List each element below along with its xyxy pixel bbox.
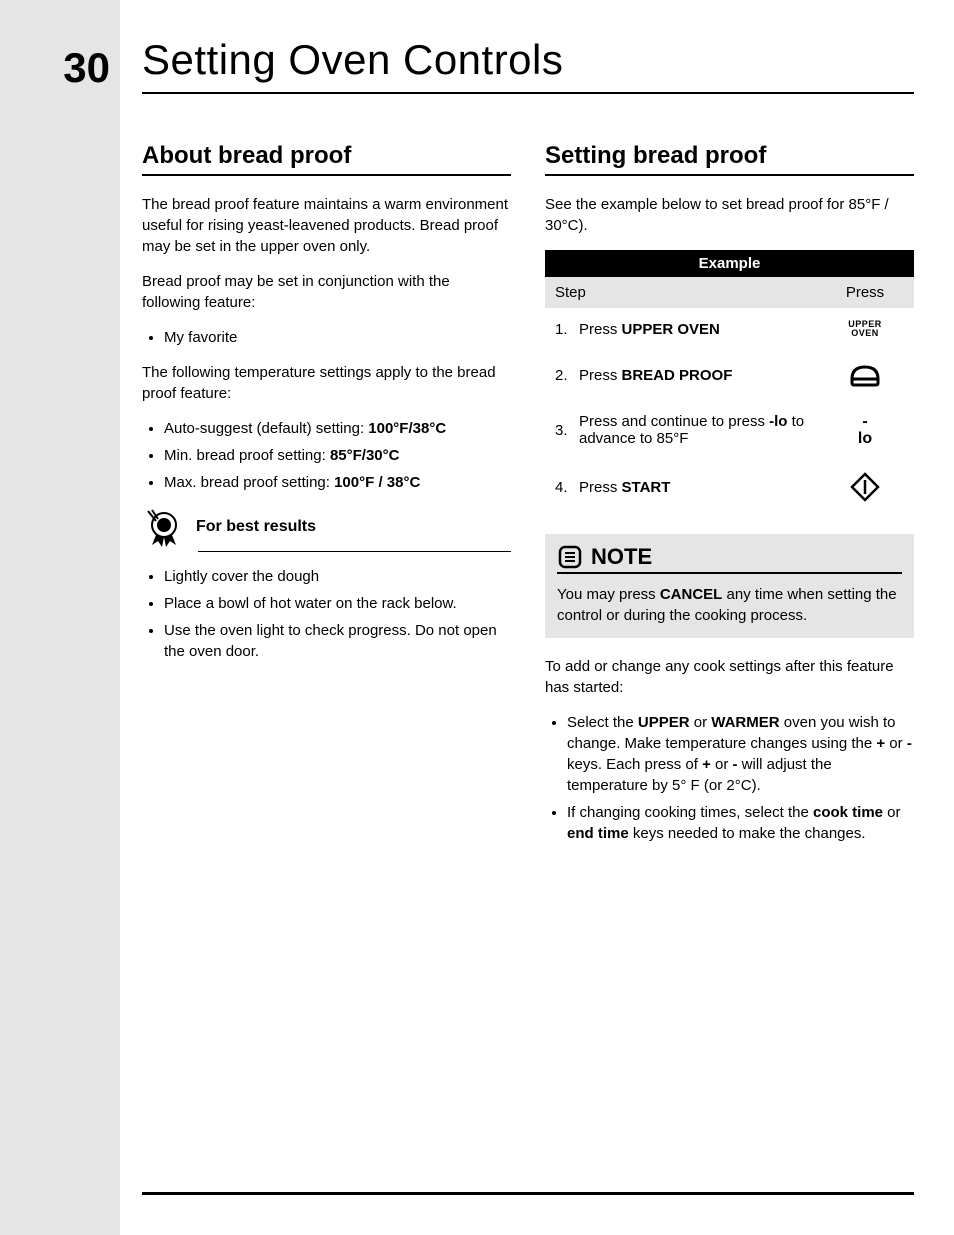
col-press-label: Press [826, 284, 904, 301]
list-item: Min. bread proof setting: 85°F/30°C [164, 445, 511, 466]
table-row: 1. Press UPPER OVEN UPPER OVEN [545, 308, 914, 351]
table-row: 4. Press START [545, 460, 914, 514]
list-item: Select the UPPER or WARMER oven you wish… [567, 712, 914, 796]
list-item: My favorite [164, 327, 511, 348]
table-row: 2. Press BREAD PROOF [545, 351, 914, 401]
best-results-header: For best results [142, 507, 511, 547]
ribbon-icon [142, 507, 186, 547]
note-title: NOTE [591, 544, 652, 570]
about-p1: The bread proof feature maintains a warm… [142, 194, 511, 257]
minus-lo-icon: - lo [826, 413, 904, 448]
left-sidebar: 30 [0, 0, 120, 1235]
step-text: Press BREAD PROOF [579, 367, 826, 384]
step-number: 3. [555, 422, 579, 439]
list-item: Auto-suggest (default) setting: 100°F/38… [164, 418, 511, 439]
list-item: Use the oven light to check progress. Do… [164, 620, 511, 662]
step-number: 4. [555, 479, 579, 496]
step-number: 1. [555, 321, 579, 338]
page-number: 30 [0, 44, 110, 92]
example-header-row: Step Press [545, 277, 914, 308]
about-p3: The following temperature settings apply… [142, 362, 511, 404]
title-divider [142, 92, 914, 94]
press-cell [826, 363, 904, 389]
note-box: NOTE You may press CANCEL any time when … [545, 534, 914, 638]
example-table: Example Step Press 1. Press UPPER OVEN U… [545, 250, 914, 514]
col-step-label: Step [555, 284, 826, 301]
footer-rule [142, 1192, 914, 1195]
press-cell [826, 472, 904, 502]
step-text: Press UPPER OVEN [579, 321, 826, 338]
about-heading-rule [142, 174, 511, 176]
after-started-p: To add or change any cook settings after… [545, 656, 914, 698]
temperature-list: Auto-suggest (default) setting: 100°F/38… [142, 418, 511, 493]
upper-oven-icon: UPPER OVEN [826, 320, 904, 339]
note-rule [557, 572, 902, 574]
setting-heading-rule [545, 174, 914, 176]
main-content: Setting Oven Controls About bread proof … [120, 0, 954, 1235]
left-column: About bread proof The bread proof featur… [142, 142, 511, 858]
conjunction-list: My favorite [142, 327, 511, 348]
table-row: 3. Press and continue to press -lo to ad… [545, 401, 914, 460]
right-column: Setting bread proof See the example belo… [545, 142, 914, 858]
about-heading: About bread proof [142, 142, 511, 170]
setting-intro: See the example below to set bread proof… [545, 194, 914, 236]
setting-heading: Setting bread proof [545, 142, 914, 170]
note-body: You may press CANCEL any time when setti… [557, 584, 902, 626]
list-item: Place a bowl of hot water on the rack be… [164, 593, 511, 614]
example-title: Example [545, 250, 914, 277]
step-number: 2. [555, 367, 579, 384]
bread-proof-icon [848, 367, 882, 384]
start-icon [850, 478, 880, 495]
after-started-list: Select the UPPER or WARMER oven you wish… [545, 712, 914, 844]
step-text: Press START [579, 479, 826, 496]
list-item: If changing cooking times, select the co… [567, 802, 914, 844]
step-text: Press and continue to press -lo to advan… [579, 413, 826, 447]
best-results-list: Lightly cover the dough Place a bowl of … [142, 566, 511, 662]
press-cell: UPPER OVEN [826, 320, 904, 339]
about-p2: Bread proof may be set in conjunction wi… [142, 271, 511, 313]
note-icon [557, 544, 583, 570]
press-cell: - lo [826, 413, 904, 448]
page-title: Setting Oven Controls [142, 36, 914, 84]
best-results-rule [198, 551, 511, 552]
best-results-title: For best results [196, 518, 316, 536]
list-item: Max. bread proof setting: 100°F / 38°C [164, 472, 511, 493]
list-item: Lightly cover the dough [164, 566, 511, 587]
